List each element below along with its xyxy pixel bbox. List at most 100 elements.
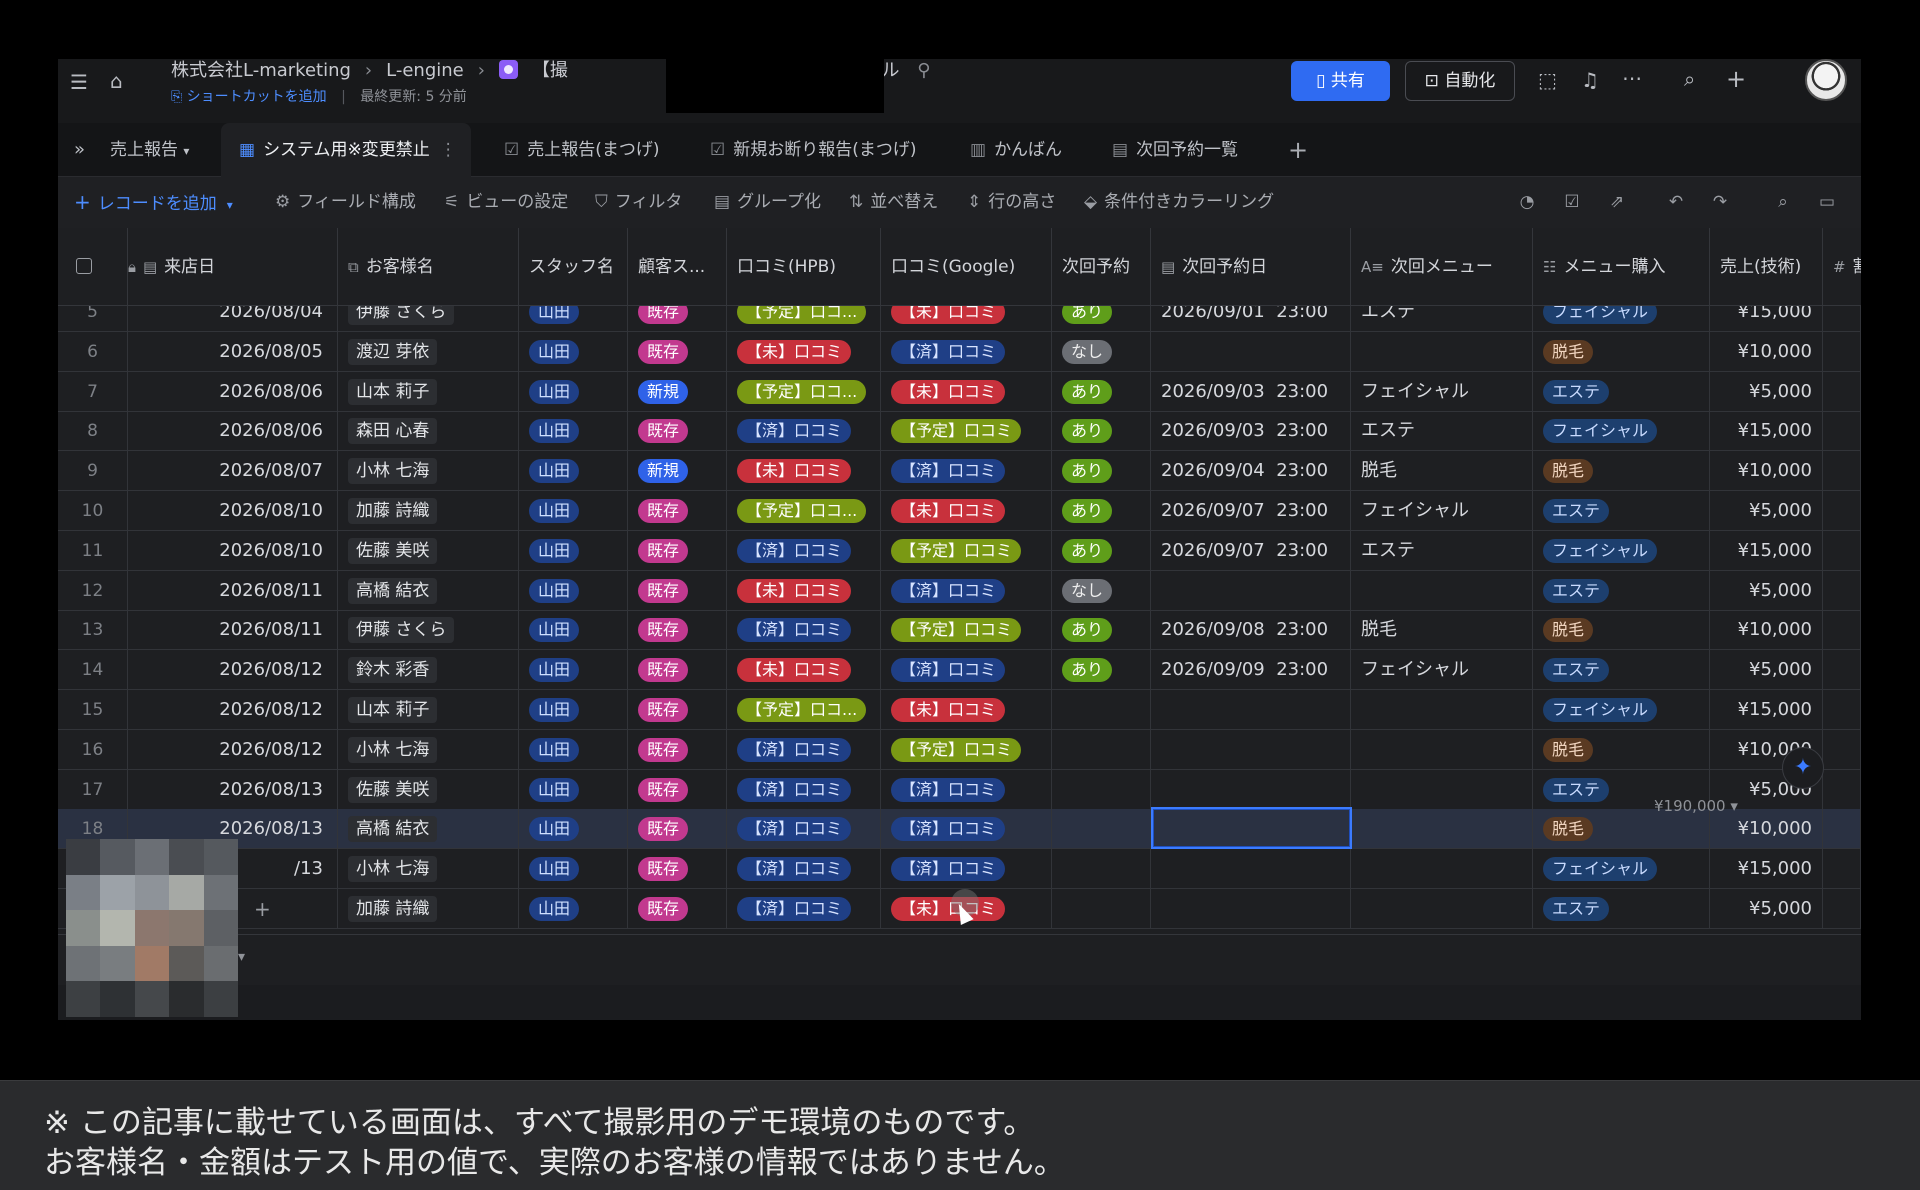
cell-next-booking[interactable] xyxy=(1052,889,1151,929)
cell-staff[interactable]: 山田 xyxy=(519,809,628,850)
cell-next-booking[interactable] xyxy=(1052,729,1151,770)
add-shortcut-link[interactable]: ショートカットを追加 xyxy=(187,89,327,105)
cell-staff[interactable]: 山田 xyxy=(519,411,628,452)
undo-icon[interactable]: ↶ xyxy=(1665,191,1687,213)
add-record-button[interactable]: + レコードを追加 ▾ xyxy=(74,177,233,228)
kebab-icon[interactable]: ⋮ xyxy=(440,140,457,160)
cell-next-booking[interactable]: あり xyxy=(1052,411,1151,452)
cell-menu-purchase[interactable]: エステ xyxy=(1533,570,1710,611)
pin-icon[interactable]: ⚲ xyxy=(917,60,930,81)
cell-staff[interactable]: 山田 xyxy=(519,530,628,571)
cell-next-booking[interactable]: あり xyxy=(1052,451,1151,492)
table-row[interactable]: 9 2026/08/07 小林 七海 山田 新規 【未】口コミ 【済】口コミ あり 2026/0… xyxy=(58,451,1861,492)
sidebar-toggle-icon[interactable]: ☰ xyxy=(70,70,88,94)
cell-next-booking-date[interactable]: 2026/09/07 23:00 xyxy=(1151,530,1351,571)
cell-review-google[interactable]: 【済】口コミ xyxy=(881,451,1052,492)
cell-customer-status[interactable]: 既存 xyxy=(628,306,727,332)
cell-customer-status[interactable]: 既存 xyxy=(628,650,727,691)
expand-icon[interactable]: » xyxy=(74,123,85,177)
cell-discount[interactable] xyxy=(1823,650,1861,691)
cell-discount[interactable] xyxy=(1823,306,1861,332)
table-row[interactable]: 12 2026/08/11 高橋 結衣 山田 既存 【未】口コミ 【済】口コミ なし エステ ¥5… xyxy=(58,570,1861,611)
cell-next-booking-date[interactable]: 2026/09/07 23:00 xyxy=(1151,491,1351,531)
cell-next-menu[interactable]: 脱毛 xyxy=(1351,610,1533,651)
cell-review-hpb[interactable]: 【未】口コミ xyxy=(727,650,881,691)
cell-menu-purchase[interactable]: 脱毛 xyxy=(1533,451,1710,492)
group-button[interactable]: ▤ グループ化 xyxy=(714,177,821,228)
cell-next-booking-date[interactable] xyxy=(1151,570,1351,611)
cell-menu-purchase[interactable]: フェイシャル xyxy=(1533,411,1710,452)
cell-discount[interactable] xyxy=(1823,411,1861,452)
row-height-button[interactable]: ⇕ 行の高さ xyxy=(967,177,1056,228)
search-icon[interactable]: ⌕ xyxy=(1684,67,1695,91)
cell-sales[interactable]: ¥15,000 xyxy=(1710,849,1823,890)
tab-sales-lash[interactable]: ☑ 売上報告(まつげ) xyxy=(504,123,660,177)
cell-review-google[interactable]: 【未】口コミ xyxy=(881,306,1052,332)
field-config-button[interactable]: ⚙ フィールド構成 xyxy=(275,177,416,228)
add-view-icon[interactable]: + xyxy=(1288,123,1308,177)
col-next-booking-date[interactable]: ▤ 次回予約日 xyxy=(1151,228,1351,306)
cell-visit-date[interactable]: 2026/08/12 xyxy=(128,690,338,730)
cell-next-booking[interactable] xyxy=(1052,809,1151,850)
table-row[interactable]: 8 2026/08/06 森田 心春 山田 既存 【済】口コミ 【予定】口コミ あり 2026/… xyxy=(58,411,1861,452)
table-row[interactable]: 14 2026/08/12 鈴木 彩香 山田 既存 【未】口コミ 【済】口コミ あり 2026/… xyxy=(58,650,1861,691)
breadcrumb-company[interactable]: 株式会社L-marketing xyxy=(171,60,351,81)
cell-customer-status[interactable]: 新規 xyxy=(628,371,727,412)
cell-menu-purchase[interactable]: エステ xyxy=(1533,491,1710,531)
cell-staff[interactable]: 山田 xyxy=(519,331,628,372)
cell-next-menu[interactable]: フェイシャル xyxy=(1351,491,1533,531)
cell-discount[interactable] xyxy=(1823,729,1861,770)
cell-review-hpb[interactable]: 【予定】口コ... xyxy=(727,690,881,730)
checklist-icon[interactable]: ☑ xyxy=(1561,191,1583,213)
search-records-icon[interactable]: ⌕ xyxy=(1772,191,1794,213)
cell-review-google[interactable]: 【予定】口コミ xyxy=(881,610,1052,651)
cell-staff[interactable]: 山田 xyxy=(519,491,628,531)
cell-next-menu[interactable]: エステ xyxy=(1351,411,1533,452)
active-cell-outline[interactable] xyxy=(1151,807,1352,850)
plus-icon[interactable]: + xyxy=(1726,65,1746,93)
cell-menu-purchase[interactable]: フェイシャル xyxy=(1533,849,1710,890)
cell-review-google[interactable]: 【済】口コミ xyxy=(881,849,1052,890)
cell-next-booking[interactable]: あり xyxy=(1052,306,1151,332)
cell-next-booking-date[interactable] xyxy=(1151,690,1351,730)
cell-next-booking-date[interactable] xyxy=(1151,769,1351,810)
cell-customer-status[interactable]: 新規 xyxy=(628,451,727,492)
cell-review-google[interactable]: 【予定】口コミ xyxy=(881,530,1052,571)
cell-review-google[interactable]: 【未】口コミ xyxy=(881,690,1052,730)
cell-next-menu[interactable]: フェイシャル xyxy=(1351,650,1533,691)
cell-review-hpb[interactable]: 【未】口コミ xyxy=(727,331,881,372)
cell-next-menu[interactable] xyxy=(1351,849,1533,890)
cell-customer-name[interactable]: 小林 七海 xyxy=(338,729,519,770)
cell-customer-status[interactable]: 既存 xyxy=(628,729,727,770)
cell-customer-status[interactable]: 既存 xyxy=(628,610,727,651)
table-row[interactable]: 16 2026/08/12 小林 七海 山田 既存 【済】口コミ 【予定】口コミ 脱毛 ¥10,… xyxy=(58,729,1861,770)
cell-review-google[interactable]: 【予定】口コミ xyxy=(881,411,1052,452)
chevron-down-icon[interactable]: ▾ xyxy=(238,949,245,965)
tab-refusal-lash[interactable]: ☑ 新規お断り報告(まつげ) xyxy=(710,123,917,177)
cell-customer-name[interactable]: 小林 七海 xyxy=(338,849,519,890)
cell-review-hpb[interactable]: 【予定】口コ... xyxy=(727,306,881,332)
cell-customer-status[interactable]: 既存 xyxy=(628,411,727,452)
cell-customer-name[interactable]: 鈴木 彩香 xyxy=(338,650,519,691)
col-visit-date[interactable]: 🔒︎ ▤ 来店日 xyxy=(128,228,338,306)
table-row[interactable]: 17 2026/08/13 佐藤 美咲 山田 既存 【済】口コミ 【済】口コミ エステ ¥5,0… xyxy=(58,769,1861,810)
cell-staff[interactable]: 山田 xyxy=(519,690,628,730)
cell-visit-date[interactable]: 2026/08/06 xyxy=(128,411,338,452)
table-row[interactable]: 6 2026/08/05 渡辺 芽依 山田 既存 【未】口コミ 【済】口コミ なし 脱毛 ¥10,… xyxy=(58,331,1861,372)
add-row-icon[interactable]: + xyxy=(254,889,271,929)
avatar[interactable] xyxy=(1805,59,1847,101)
cell-discount[interactable] xyxy=(1823,610,1861,651)
cell-menu-purchase[interactable]: 脱毛 xyxy=(1533,729,1710,770)
share-button[interactable]: ▯ 共有 xyxy=(1291,61,1390,101)
cell-visit-date[interactable]: 2026/08/12 xyxy=(128,650,338,691)
cell-visit-date[interactable]: 2026/08/05 xyxy=(128,331,338,372)
cell-sales[interactable]: ¥5,000 xyxy=(1710,491,1823,531)
cell-visit-date[interactable]: 2026/08/11 xyxy=(128,570,338,611)
cell-visit-date[interactable]: 2026/08/07 xyxy=(128,451,338,492)
cell-next-menu[interactable] xyxy=(1351,729,1533,770)
table-row[interactable]: 5 2026/08/04 伊藤 さくら 山田 既存 【予定】口コ... 【未】口コミ あり 20… xyxy=(58,306,1861,332)
cell-staff[interactable]: 山田 xyxy=(519,570,628,611)
cell-staff[interactable]: 山田 xyxy=(519,451,628,492)
cell-sales[interactable]: ¥10,000 xyxy=(1710,451,1823,492)
cell-next-menu[interactable]: フェイシャル xyxy=(1351,371,1533,412)
